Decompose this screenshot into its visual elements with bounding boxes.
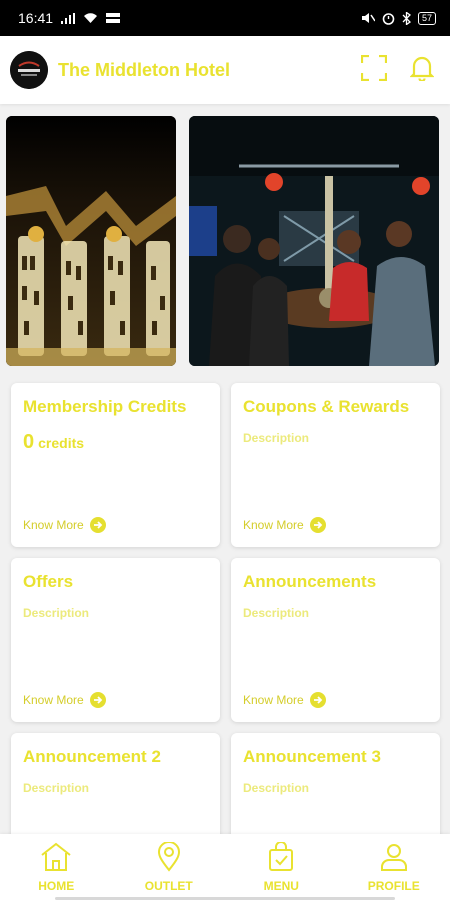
card-description: Description — [23, 606, 90, 620]
know-more-label: Know More — [23, 518, 84, 532]
nav-home[interactable]: HOME — [0, 834, 113, 900]
home-icon — [40, 842, 72, 875]
lounge-image[interactable] — [189, 116, 439, 366]
data-speed-icon — [106, 12, 121, 24]
coupons-rewards-card[interactable]: Coupons & Rewards Description Know More — [231, 383, 440, 547]
bar-shelves-image[interactable] — [6, 116, 176, 366]
arrow-right-icon — [89, 517, 106, 533]
nav-menu[interactable]: MENU — [225, 834, 338, 900]
bell-icon — [409, 55, 435, 86]
hotel-logo — [10, 51, 48, 89]
alarm-icon — [382, 12, 395, 25]
know-more-link[interactable]: Know More — [243, 692, 326, 708]
card-title: Coupons & Rewards — [243, 397, 410, 416]
offers-card[interactable]: Offers Description Know More — [11, 558, 220, 722]
credits-value: 0 — [23, 431, 35, 453]
bottom-nav: HOME OUTLET MENU PROFILE — [0, 834, 450, 900]
nav-profile[interactable]: PROFILE — [338, 834, 450, 900]
bluetooth-icon — [402, 11, 411, 25]
nav-menu-label: MENU — [263, 878, 299, 893]
scan-icon — [360, 54, 388, 86]
scan-button[interactable] — [358, 54, 390, 86]
notifications-button[interactable] — [406, 54, 438, 86]
status-bar: 16:41 57 — [0, 0, 450, 36]
card-description: Description — [23, 781, 90, 795]
arrow-right-icon — [309, 517, 326, 533]
location-pin-icon — [156, 840, 182, 875]
card-description: Description — [243, 606, 310, 620]
card-title: Announcement 3 — [243, 747, 381, 766]
wifi-icon — [83, 12, 98, 24]
card-title: Offers — [23, 572, 74, 591]
know-more-link[interactable]: Know More — [243, 517, 326, 533]
user-icon — [379, 842, 409, 875]
credits-balance: 0 credits — [23, 431, 208, 454]
know-more-label: Know More — [243, 693, 304, 707]
shopping-bag-icon — [268, 840, 294, 875]
nav-profile-label: PROFILE — [367, 878, 420, 893]
card-title: Announcements — [243, 572, 377, 591]
card-description: Description — [243, 431, 310, 445]
signal-icon — [61, 12, 76, 24]
arrow-right-icon — [309, 692, 326, 708]
know-more-label: Know More — [243, 518, 304, 532]
credits-unit: credits — [38, 435, 85, 451]
card-title: Announcement 2 — [23, 747, 161, 766]
card-description: Description — [243, 781, 310, 795]
promo-carousel[interactable] — [0, 116, 450, 366]
know-more-link[interactable]: Know More — [23, 517, 106, 533]
app-title: The Middleton Hotel — [58, 59, 230, 80]
arrow-right-icon — [89, 692, 106, 708]
announcements-card[interactable]: Announcements Description Know More — [231, 558, 440, 722]
mute-icon — [361, 12, 375, 24]
app-header: The Middleton Hotel — [0, 36, 450, 104]
know-more-label: Know More — [23, 693, 84, 707]
battery-icon: 57 — [417, 11, 436, 25]
membership-credits-card[interactable]: Membership Credits 0 credits Know More — [11, 383, 220, 547]
nav-outlet-label: OUTLET — [144, 878, 193, 893]
card-title: Membership Credits — [23, 397, 187, 416]
know-more-link[interactable]: Know More — [23, 692, 106, 708]
nav-outlet[interactable]: OUTLET — [113, 834, 226, 900]
nav-home-label: HOME — [38, 878, 75, 893]
status-time: 16:41 — [18, 10, 54, 26]
